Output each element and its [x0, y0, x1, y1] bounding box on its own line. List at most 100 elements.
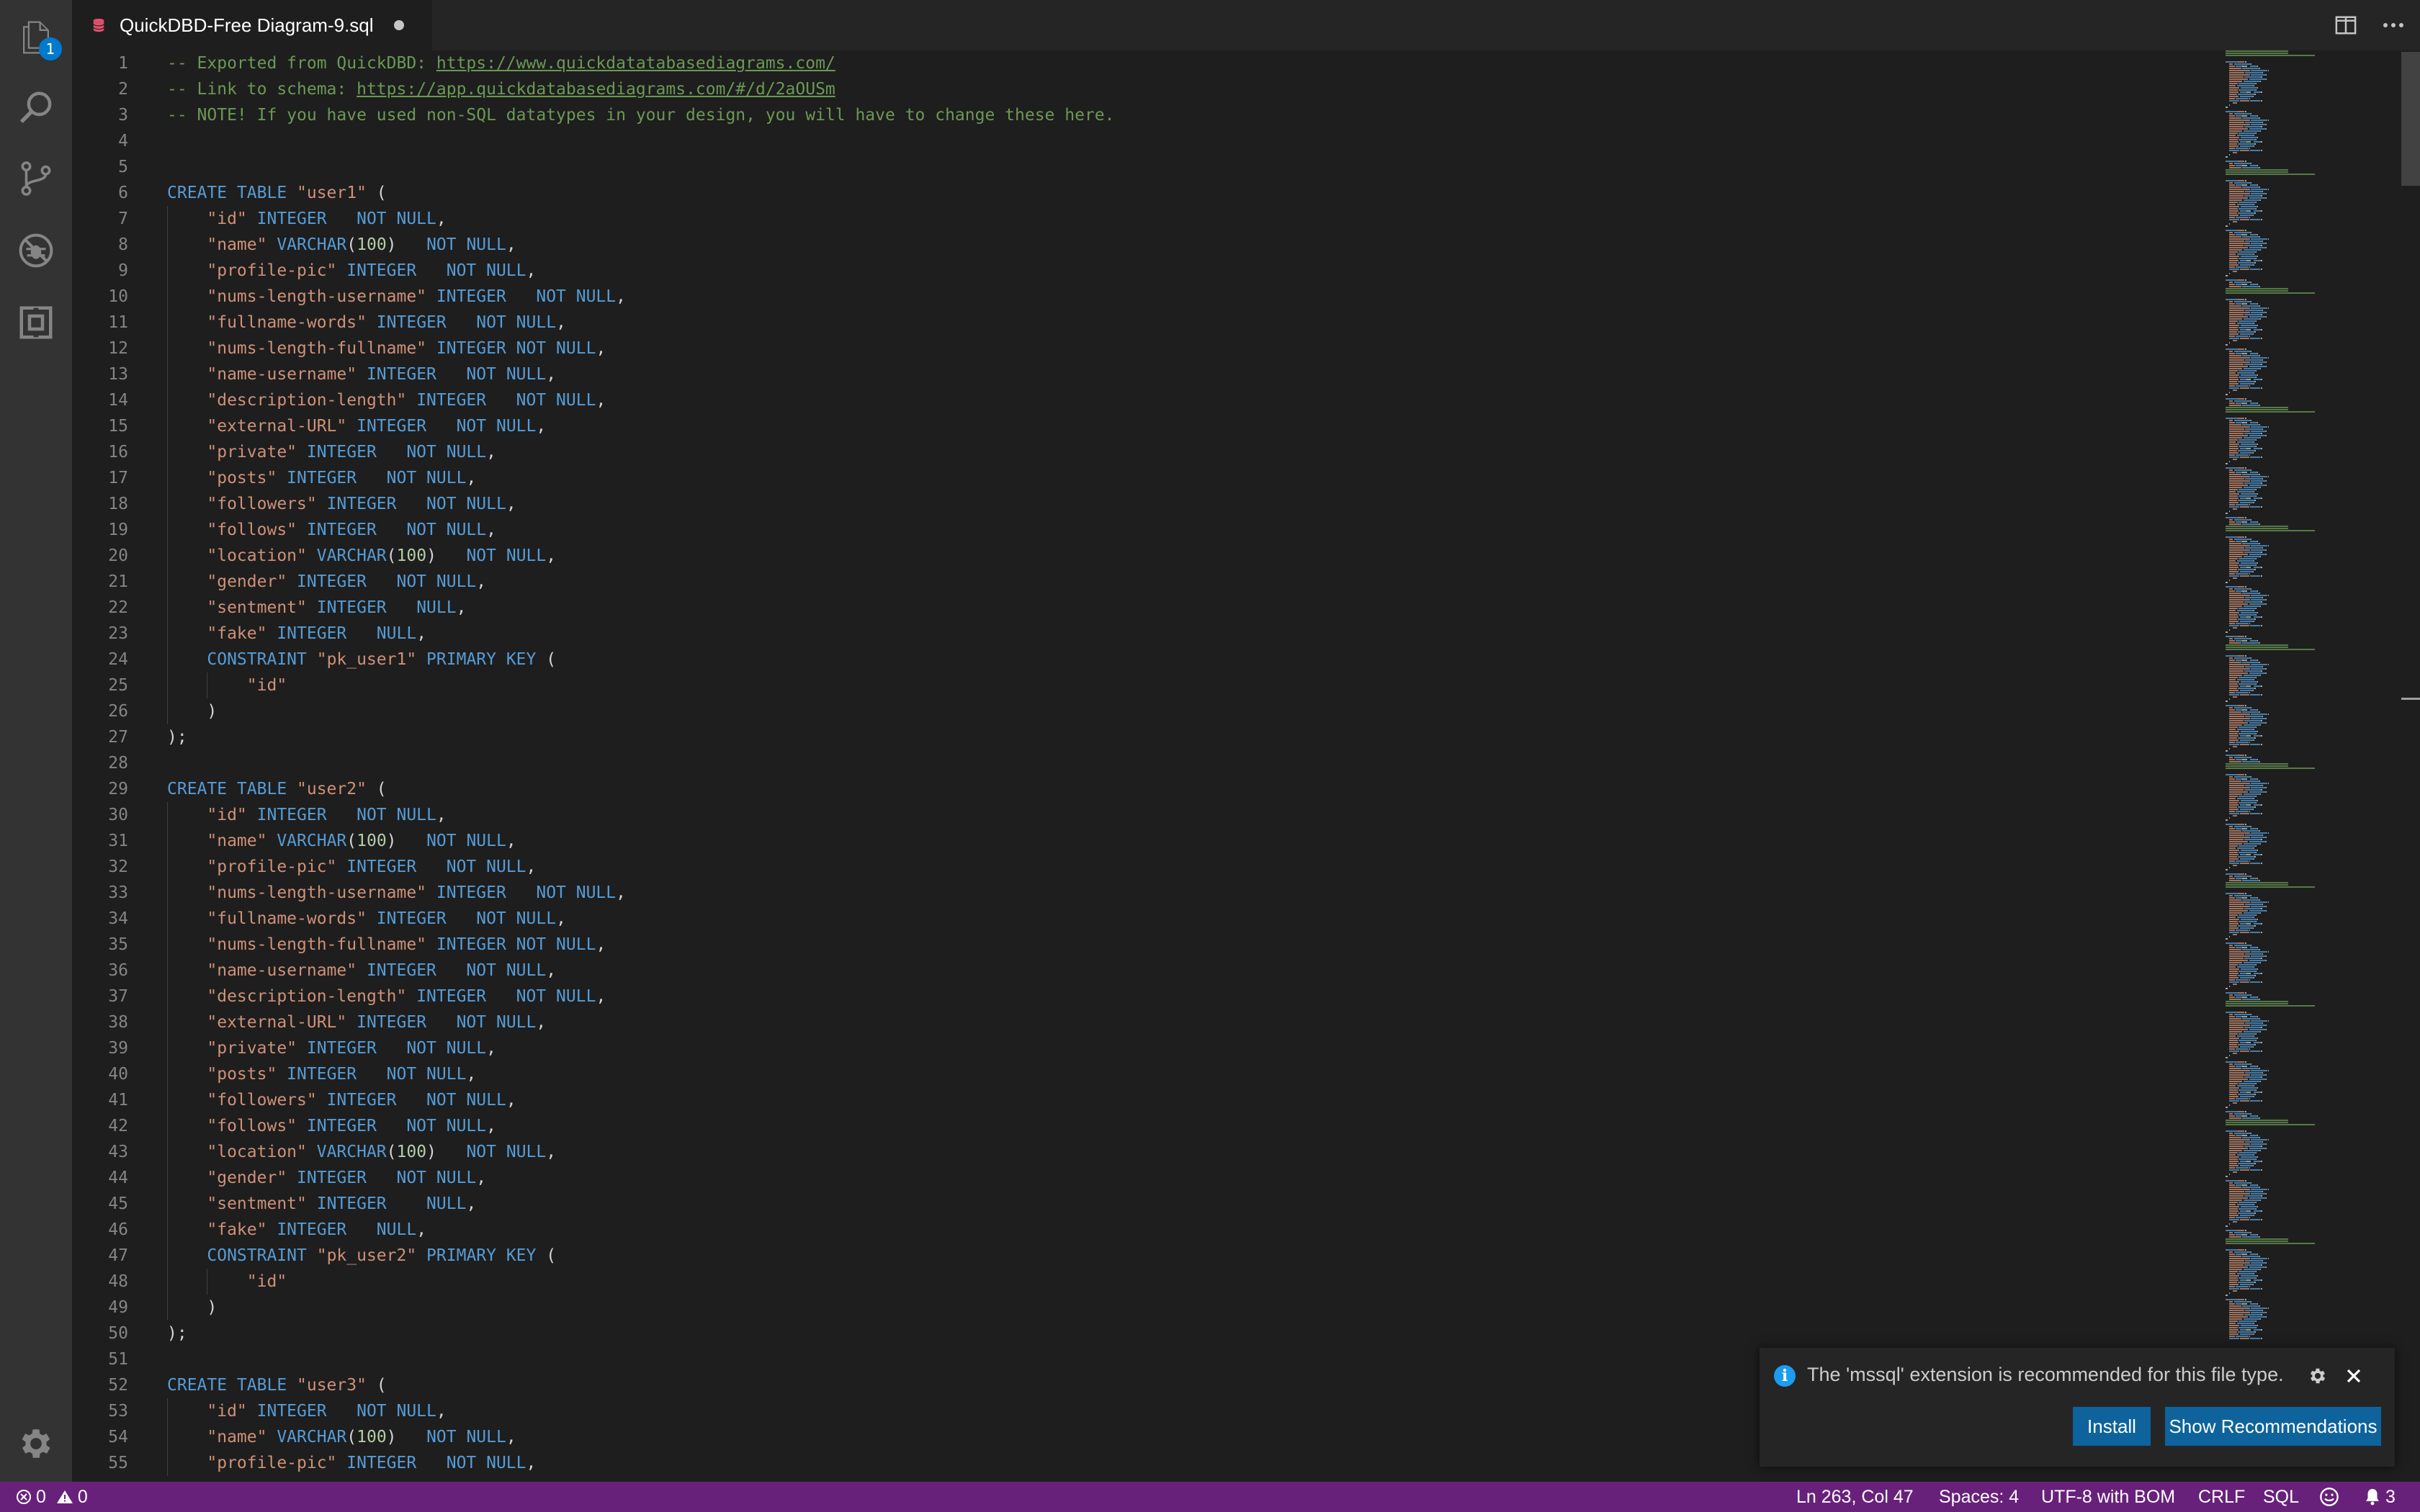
- code-line[interactable]: 39 "private" INTEGER NOT NULL,: [72, 1035, 2233, 1061]
- code-line[interactable]: 41 "followers" INTEGER NOT NULL,: [72, 1087, 2233, 1113]
- code-line[interactable]: 37 "description-length" INTEGER NOT NULL…: [72, 984, 2233, 1009]
- code-token: INTEGER NULL: [306, 598, 457, 617]
- code-line[interactable]: 48 "id": [72, 1269, 2233, 1295]
- code-line[interactable]: 50);: [72, 1320, 2233, 1346]
- code-token: ): [386, 1428, 397, 1446]
- code-line[interactable]: 2 -- Link to schema: https://app.quickdat…: [72, 76, 2233, 102]
- code-line[interactable]: 47 CONSTRAINT "pk_user2" PRIMARY KEY (: [72, 1243, 2233, 1269]
- split-editor-button[interactable]: [2328, 0, 2364, 50]
- extensions-button[interactable]: [0, 287, 72, 359]
- minimap-line: [2267, 951, 2269, 953]
- language-mode[interactable]: SQL: [2263, 1482, 2299, 1512]
- minimap[interactable]: [2224, 50, 2368, 1482]
- code-line[interactable]: 17 "posts" INTEGER NOT NULL,: [72, 465, 2233, 491]
- code-line[interactable]: 7 "id" INTEGER NOT NULL,: [72, 206, 2233, 232]
- code-line[interactable]: 33 "nums-length-username" INTEGER NOT NU…: [72, 880, 2233, 906]
- code-line[interactable]: 18 "followers" INTEGER NOT NULL,: [72, 491, 2233, 517]
- indentation[interactable]: Spaces: 4: [1939, 1482, 2019, 1512]
- notifications-indicator[interactable]: 3: [2364, 1482, 2396, 1512]
- minimap-line: [2251, 1258, 2268, 1259]
- vertical-scrollbar-thumb[interactable]: [2401, 52, 2420, 186]
- code-line[interactable]: 34 "fullname-words" INTEGER NOT NULL,: [72, 906, 2233, 932]
- search-button[interactable]: [0, 72, 72, 144]
- minimap-line: [2259, 474, 2261, 475]
- code-line[interactable]: 27);: [72, 724, 2233, 750]
- notification-settings-button[interactable]: [2305, 1364, 2330, 1388]
- cursor-position[interactable]: Ln 263, Col 47: [1796, 1482, 1914, 1512]
- explorer-button[interactable]: 1: [0, 1, 72, 73]
- code-line[interactable]: 6 CREATE TABLE "user1" (: [72, 180, 2233, 206]
- minimap-line: [2249, 521, 2258, 523]
- feedback-button[interactable]: [2319, 1482, 2344, 1512]
- more-actions-button[interactable]: [2375, 0, 2411, 50]
- code-line[interactable]: 1 -- Exported from QuickDBD: https://www.…: [72, 50, 2233, 76]
- code-line[interactable]: 42 "follows" INTEGER NOT NULL,: [72, 1113, 2233, 1139]
- code-line[interactable]: 26 ): [72, 698, 2233, 724]
- minimap-line: [2229, 370, 2238, 372]
- manage-button[interactable]: [0, 1408, 72, 1480]
- code-line[interactable]: 22 "sentment" INTEGER NULL,: [72, 595, 2233, 621]
- minimap-line: [2229, 1137, 2242, 1138]
- code-line[interactable]: 23 "fake" INTEGER NULL,: [72, 621, 2233, 647]
- code-line[interactable]: 29 CREATE TABLE "user2" (: [72, 776, 2233, 802]
- code-line[interactable]: 16 "private" INTEGER NOT NULL,: [72, 439, 2233, 465]
- code-line[interactable]: 28: [72, 750, 2233, 776]
- code-token: ,: [506, 495, 516, 513]
- code-line[interactable]: 35 "nums-length-fullname" INTEGER NOT NU…: [72, 932, 2233, 958]
- code-line[interactable]: 13 "name-username" INTEGER NOT NULL,: [72, 361, 2233, 387]
- minimap-line: [2249, 150, 2261, 151]
- code-line[interactable]: 15 "external-URL" INTEGER NOT NULL,: [72, 413, 2233, 439]
- minimap-line: [2262, 478, 2263, 480]
- code-line[interactable]: 46 "fake" INTEGER NULL,: [72, 1217, 2233, 1243]
- minimap-line: [2229, 1191, 2244, 1192]
- end-of-line[interactable]: CRLF: [2198, 1482, 2245, 1512]
- code-line[interactable]: 12 "nums-length-fullname" INTEGER NOT NU…: [72, 336, 2233, 361]
- code-line[interactable]: 19 "follows" INTEGER NOT NULL,: [72, 517, 2233, 543]
- minimap-line: [2229, 1282, 2237, 1283]
- code-line[interactable]: 4: [72, 128, 2233, 154]
- code-line[interactable]: 45 "sentment" INTEGER NULL,: [72, 1191, 2233, 1217]
- code-line[interactable]: 3 -- NOTE! If you have used non-SQL datat…: [72, 102, 2233, 128]
- code-line[interactable]: 14 "description-length" INTEGER NOT NULL…: [72, 387, 2233, 413]
- code-line[interactable]: 36 "name-username" INTEGER NOT NULL,: [72, 958, 2233, 984]
- minimap-line: [2267, 664, 2269, 665]
- file-encoding[interactable]: UTF-8 with BOM: [2041, 1482, 2175, 1512]
- minimap-line: [2236, 660, 2243, 661]
- code-line[interactable]: 9 "profile-pic" INTEGER NOT NULL,: [72, 258, 2233, 284]
- minimap-line: [2229, 955, 2250, 957]
- code-line[interactable]: 43 "location" VARCHAR(100) NOT NULL,: [72, 1139, 2233, 1165]
- code-line[interactable]: 25 "id": [72, 672, 2233, 698]
- code-line[interactable]: 10 "nums-length-username" INTEGER NOT NU…: [72, 284, 2233, 310]
- code-token[interactable]: https://app.quickdatabasediagrams.com/#/…: [357, 80, 835, 99]
- notification-close-button[interactable]: [2341, 1364, 2366, 1388]
- code-line[interactable]: 30 "id" INTEGER NOT NULL,: [72, 802, 2233, 828]
- code-line[interactable]: 40 "posts" INTEGER NOT NULL,: [72, 1061, 2233, 1087]
- code-line[interactable]: 21 "gender" INTEGER NOT NULL,: [72, 569, 2233, 595]
- code-token[interactable]: https://www.quickdatatabasediagrams.com/: [436, 54, 835, 73]
- code-line[interactable]: 38 "external-URL" INTEGER NOT NULL,: [72, 1009, 2233, 1035]
- code-line[interactable]: 20 "location" VARCHAR(100) NOT NULL,: [72, 543, 2233, 569]
- minimap-line: [2237, 279, 2244, 281]
- code-line[interactable]: 8 "name" VARCHAR(100) NOT NULL,: [72, 232, 2233, 258]
- code-line[interactable]: 5: [72, 154, 2233, 180]
- editor-tab[interactable]: QuickDBD-Free Diagram-9.sql: [72, 0, 432, 50]
- code-line[interactable]: 44 "gender" INTEGER NOT NULL,: [72, 1165, 2233, 1191]
- code-editor[interactable]: 1 -- Exported from QuickDBD: https://www.…: [72, 50, 2420, 1482]
- code-line[interactable]: 31 "name" VARCHAR(100) NOT NULL,: [72, 828, 2233, 854]
- minimap-line: [2237, 61, 2244, 63]
- install-button[interactable]: Install: [2073, 1407, 2151, 1446]
- code-line[interactable]: 32 "profile-pic" INTEGER NOT NULL,: [72, 854, 2233, 880]
- code-line[interactable]: 24 CONSTRAINT "pk_user1" PRIMARY KEY (: [72, 647, 2233, 672]
- problems-indicator[interactable]: 0 0: [16, 1482, 88, 1512]
- minimap-line: [2261, 219, 2262, 220]
- code-line[interactable]: 49 ): [72, 1295, 2233, 1320]
- debug-button[interactable]: [0, 215, 72, 287]
- show-recommendations-button[interactable]: Show Recommendations: [2165, 1407, 2381, 1446]
- minimap-line: [2226, 1124, 2315, 1125]
- line-number: 44: [108, 1169, 128, 1187]
- minimap-line: [2255, 139, 2257, 140]
- source-control-button[interactable]: [0, 143, 72, 215]
- unsaved-dot-icon[interactable]: [393, 20, 404, 30]
- minimap-line: [2249, 623, 2250, 624]
- code-line[interactable]: 11 "fullname-words" INTEGER NOT NULL,: [72, 310, 2233, 336]
